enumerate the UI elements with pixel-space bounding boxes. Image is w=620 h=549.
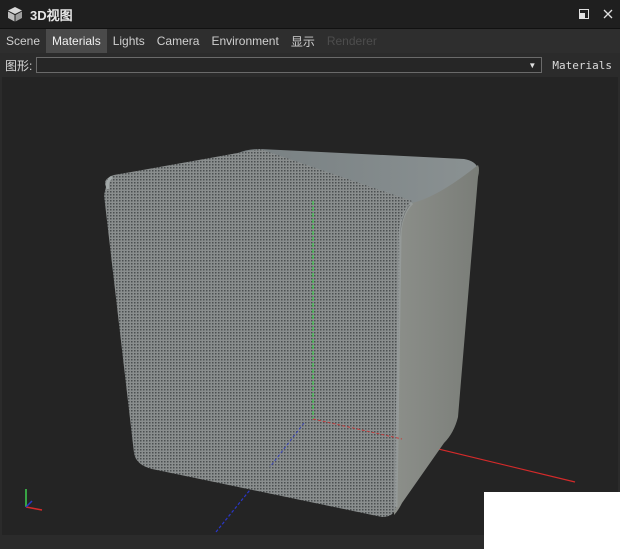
cube-mesh [104, 149, 479, 517]
tab-lights[interactable]: Lights [107, 29, 151, 53]
3d-viewport[interactable] [2, 77, 618, 535]
materials-button[interactable]: Materials [552, 59, 612, 72]
cube-icon [8, 7, 22, 22]
shape-label: 图形: [5, 58, 33, 73]
watermark-overlay [484, 492, 620, 549]
tab-camera[interactable]: Camera [151, 29, 206, 53]
restore-icon [579, 9, 589, 19]
tab-materials[interactable]: Materials [46, 29, 107, 53]
tab-scene[interactable]: Scene [0, 29, 46, 53]
tab-display[interactable]: 显示 [285, 29, 321, 53]
tab-renderer: Renderer [326, 34, 377, 48]
tab-bar: Scene Materials Lights Camera Environmen… [0, 29, 620, 53]
tab-environment[interactable]: Environment [205, 29, 284, 53]
float-window-button[interactable] [572, 2, 596, 26]
title-bar: 3D视图 [0, 0, 620, 29]
shape-select[interactable]: ▼ [36, 57, 543, 73]
shape-toolbar: 图形: ▼ Materials [0, 54, 620, 76]
close-button[interactable] [596, 2, 620, 26]
close-icon [603, 9, 613, 19]
dropdown-arrow-icon: ▼ [528, 60, 537, 70]
window-title: 3D视图 [30, 7, 73, 23]
